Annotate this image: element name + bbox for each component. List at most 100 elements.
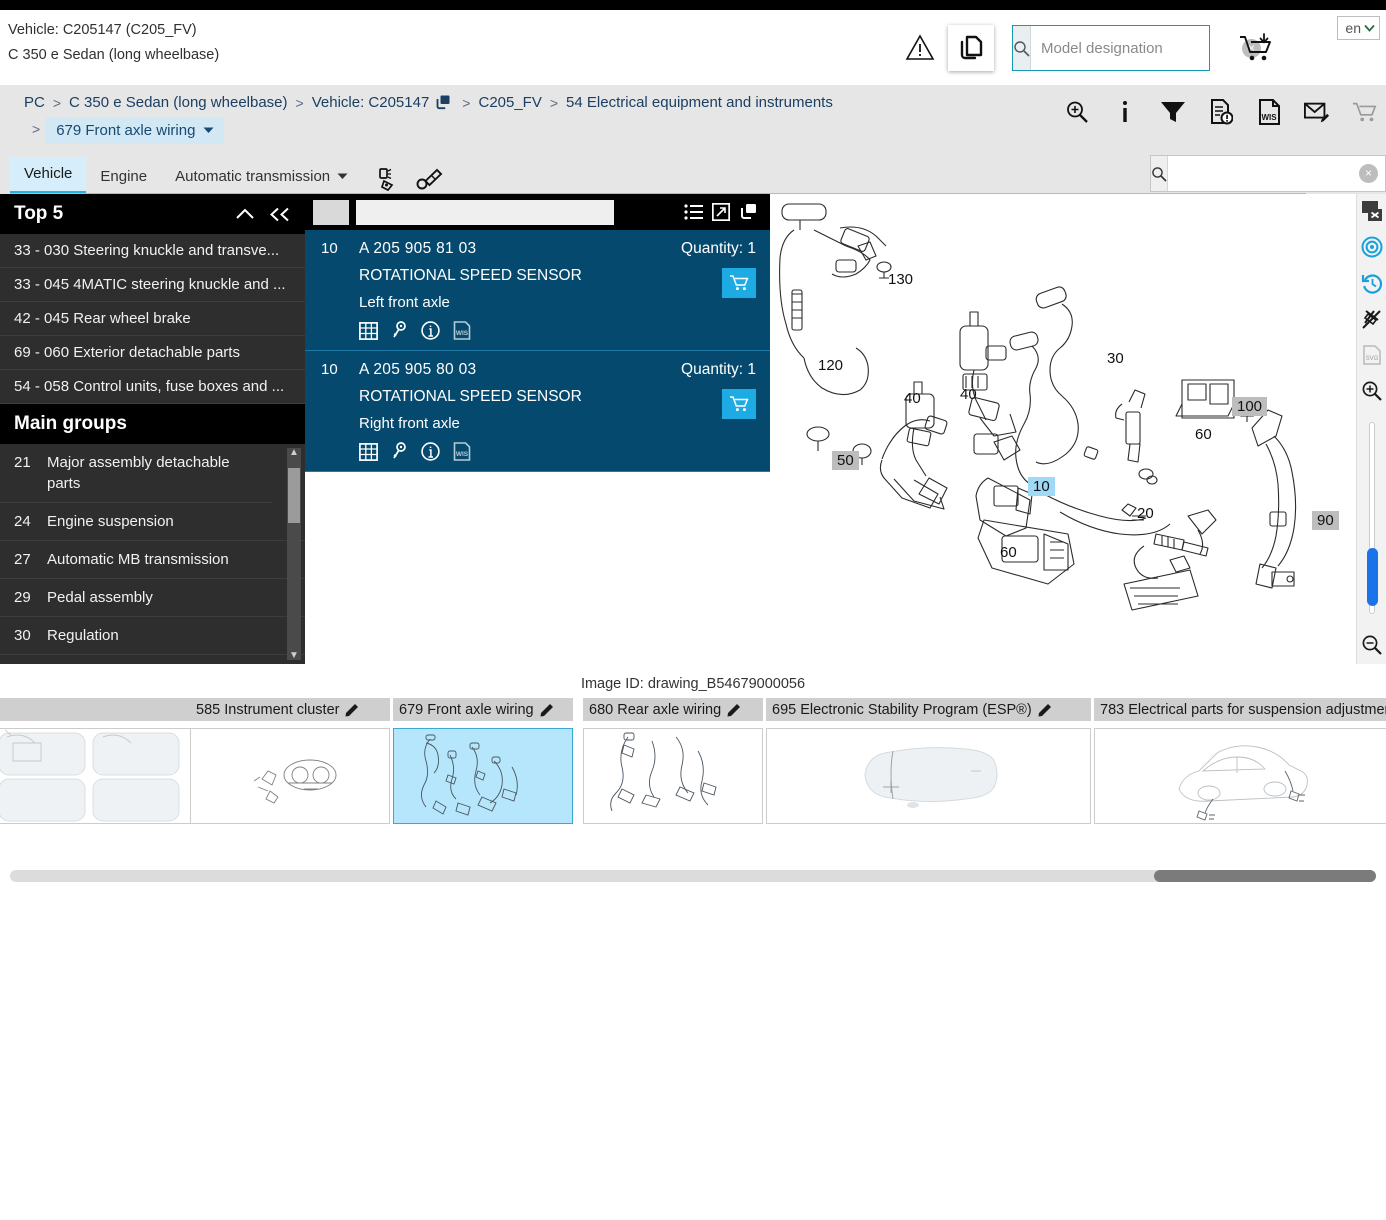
zoom-in-icon[interactable] xyxy=(1361,380,1383,402)
edit-icon[interactable] xyxy=(1038,702,1053,717)
part-row[interactable]: 10 A 205 905 80 03 ROTATIONAL SPEED SENS… xyxy=(305,351,770,472)
breadcrumb-item-vehicle[interactable]: Vehicle: C205147 xyxy=(312,94,430,111)
wis-icon[interactable]: WIS xyxy=(453,321,471,340)
top5-item[interactable]: 42 - 045 Rear wheel brake xyxy=(0,302,305,336)
copy-documents-icon[interactable] xyxy=(948,25,994,71)
thumbnail-image-rear-axle-wiring[interactable] xyxy=(583,728,763,824)
table-grid-icon[interactable] xyxy=(359,321,378,340)
thumbnail-item-selected[interactable]: 679 Front axle wiring xyxy=(393,698,573,824)
diagram-callout[interactable]: 90 xyxy=(1312,511,1339,530)
model-search-box[interactable]: × xyxy=(1012,25,1261,71)
add-to-cart-icon[interactable] xyxy=(1234,32,1278,64)
diagram-callout-selected[interactable]: 10 xyxy=(1028,477,1055,496)
wis-document-icon[interactable]: WIS xyxy=(1256,97,1282,127)
language-selector[interactable]: en xyxy=(1337,16,1380,40)
warning-triangle-icon[interactable] xyxy=(900,28,940,68)
thumbnail-item[interactable]: 695 Electronic Stability Program (ESP®) xyxy=(766,698,1091,824)
key-icon[interactable] xyxy=(391,321,408,340)
breadcrumb-item-series[interactable]: C205_FV xyxy=(478,94,541,111)
thumbnail-image-front-axle-wiring[interactable] xyxy=(393,728,573,824)
thumbnail-image-instrument-cluster[interactable] xyxy=(190,728,390,824)
close-window-icon[interactable] xyxy=(1361,200,1383,222)
tab-automatic-transmission[interactable]: Automatic transmission xyxy=(161,160,362,194)
main-group-item[interactable]: 21 Major assembly detachable parts xyxy=(0,444,272,503)
horizontal-scrollbar[interactable] xyxy=(10,870,1376,882)
scroll-up-icon[interactable]: ▲ xyxy=(289,447,299,458)
diagram-callout[interactable]: 40 xyxy=(904,390,921,407)
zoom-slider[interactable] xyxy=(1366,422,1378,614)
add-part-to-cart-button[interactable] xyxy=(722,389,756,419)
table-grid-icon[interactable] xyxy=(359,442,378,461)
top5-item[interactable]: 69 - 060 Exterior detachable parts xyxy=(0,336,305,370)
tab-vehicle[interactable]: Vehicle xyxy=(10,157,87,194)
breadcrumb-item-model[interactable]: C 350 e Sedan (long wheelbase) xyxy=(69,94,287,111)
wis-icon[interactable]: WIS xyxy=(453,442,471,461)
horizontal-scrollbar-thumb[interactable] xyxy=(1154,870,1376,882)
info-circle-icon[interactable] xyxy=(421,321,440,340)
top5-item[interactable]: 54 - 058 Control units, fuse boxes and .… xyxy=(0,370,305,404)
scrollbar-thumb[interactable] xyxy=(288,468,300,523)
thumbnail-item[interactable]: 783 Electrical parts for suspension adju… xyxy=(1094,698,1386,824)
diagram-callout[interactable]: 60 xyxy=(1000,544,1017,561)
diagram-callout[interactable]: 40 xyxy=(960,386,977,403)
history-undo-icon[interactable] xyxy=(1361,272,1383,294)
info-circle-icon[interactable] xyxy=(421,442,440,461)
tab-engine[interactable]: Engine xyxy=(86,160,161,194)
info-icon[interactable] xyxy=(1112,97,1138,127)
main-groups-scrollbar[interactable]: ▲ ▼ xyxy=(287,447,301,661)
main-group-item[interactable]: 30 Regulation xyxy=(0,617,305,655)
top5-item[interactable]: 33 - 045 4MATIC steering knuckle and ... xyxy=(0,268,305,302)
edit-icon[interactable] xyxy=(540,702,555,717)
edit-icon[interactable] xyxy=(727,702,742,717)
thumbnail-image-esp[interactable] xyxy=(766,728,1091,824)
diagram-callout[interactable]: 30 xyxy=(1107,350,1124,367)
thumbnail-item[interactable]: 585 Instrument cluster xyxy=(190,698,390,824)
double-chevron-left-icon[interactable] xyxy=(269,207,291,222)
main-group-item[interactable]: 33 Springs, suspension and xyxy=(0,655,305,664)
zoom-out-icon[interactable] xyxy=(1361,634,1383,656)
parts-search-box[interactable]: × xyxy=(1150,155,1386,192)
diagram-viewer[interactable]: 130 120 40 40 30 50 100 60 10 20 90 60 S… xyxy=(770,194,1386,664)
thumbnail-image-suspension-adjustment[interactable] xyxy=(1094,728,1386,824)
scroll-down-icon[interactable]: ▼ xyxy=(289,650,299,661)
cart-icon[interactable] xyxy=(1352,97,1378,127)
key-icon[interactable] xyxy=(391,442,408,461)
svg-export-icon[interactable]: SVG xyxy=(1361,344,1383,366)
thumbnail-item[interactable] xyxy=(0,698,195,824)
unpin-icon[interactable] xyxy=(1361,308,1383,330)
main-group-item[interactable]: 27 Automatic MB transmission xyxy=(0,541,305,579)
paint-spray-icon[interactable] xyxy=(372,166,404,194)
zoom-search-icon[interactable] xyxy=(1064,97,1090,127)
parts-search-input[interactable] xyxy=(1168,156,1359,191)
thumbnail-image-car-grid[interactable] xyxy=(0,728,195,824)
clear-parts-search-icon[interactable]: × xyxy=(1359,164,1378,183)
copy-icon[interactable] xyxy=(739,203,758,221)
copy-icon[interactable] xyxy=(435,94,452,111)
thumbnail-strip[interactable]: 585 Instrument cluster 679 Front axle wi… xyxy=(0,698,1386,833)
model-search-input[interactable] xyxy=(1031,26,1242,70)
mail-edit-icon[interactable] xyxy=(1304,97,1330,127)
diagram-callout[interactable]: 120 xyxy=(818,357,843,374)
thumbnail-item[interactable]: 680 Rear axle wiring xyxy=(583,698,763,824)
diagram-callout[interactable]: 100 xyxy=(1232,397,1268,416)
diagram-callout[interactable]: 50 xyxy=(832,451,859,470)
diagram-callout[interactable]: 60 xyxy=(1195,426,1212,443)
zoom-slider-thumb[interactable] xyxy=(1366,548,1378,606)
part-row[interactable]: 10 A 205 905 81 03 ROTATIONAL SPEED SENS… xyxy=(305,230,770,351)
filter-icon[interactable] xyxy=(1160,97,1186,127)
main-group-item[interactable]: 24 Engine suspension xyxy=(0,503,305,541)
list-view-icon[interactable] xyxy=(684,204,703,220)
diagram-callout[interactable]: 130 xyxy=(888,271,913,288)
diagram-callout[interactable]: 20 xyxy=(1137,505,1154,522)
target-icon[interactable] xyxy=(1361,236,1383,258)
add-part-to-cart-button[interactable] xyxy=(722,268,756,298)
parts-tool-icon[interactable] xyxy=(414,166,446,194)
breadcrumb-item-group[interactable]: 54 Electrical equipment and instruments xyxy=(566,94,833,111)
chevron-up-icon[interactable] xyxy=(235,207,255,221)
parts-filter-field[interactable] xyxy=(356,199,614,225)
breadcrumb-current-dropdown[interactable]: 679 Front axle wiring xyxy=(46,117,225,144)
breadcrumb-item-pc[interactable]: PC xyxy=(24,94,45,111)
top5-item[interactable]: 33 - 030 Steering knuckle and transve... xyxy=(0,234,305,268)
main-group-item[interactable]: 29 Pedal assembly xyxy=(0,579,305,617)
expand-icon[interactable] xyxy=(712,203,730,221)
